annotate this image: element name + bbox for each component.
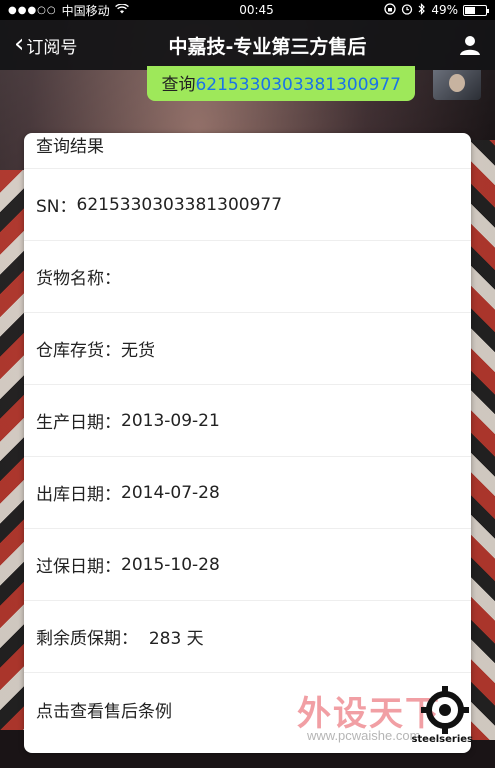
message-prefix: 查询 <box>161 75 196 95</box>
row-production-date: 生产日期： 2013-09-21 <box>24 385 471 457</box>
row-label: 剩余质保期： <box>36 629 149 649</box>
link-label: 点击查看售后条例 <box>36 701 172 722</box>
message-number-link[interactable]: 6215330303381300977 <box>195 75 401 95</box>
row-value: 2014-07-28 <box>121 482 220 503</box>
row-warranty-expiry: 过保日期： 2015-10-28 <box>24 529 471 601</box>
row-value: 283 天 <box>148 629 204 649</box>
signal-dots-icon: ●●●○○ <box>8 4 57 16</box>
watermark-url: www.pcwaishe.com <box>307 728 421 743</box>
background-blanket-left <box>0 170 26 730</box>
chevron-left-icon: ‹ <box>14 28 25 59</box>
wifi-icon <box>114 3 129 17</box>
row-value: 6215330303381300977 <box>76 194 283 215</box>
sent-message: 查询6215330303381300977 <box>0 66 495 104</box>
result-card: 查询结果 SN： 6215330303381300977 货物名称： 仓库存货：无… <box>24 133 471 753</box>
rotation-lock-icon <box>384 2 396 18</box>
avatar[interactable] <box>433 70 481 100</box>
nav-bar: ‹ 订阅号 中嘉技-专业第三方售后 <box>0 20 495 70</box>
row-value: 无货 <box>121 341 155 361</box>
row-label: 货物名称： <box>36 269 121 289</box>
status-time: 00:45 <box>239 3 274 17</box>
row-value: 2015-10-28 <box>121 554 220 575</box>
message-bubble[interactable]: 查询6215330303381300977 <box>147 66 415 101</box>
row-label: SN： <box>36 197 77 217</box>
card-title: 查询结果 <box>24 133 471 169</box>
person-icon <box>460 36 480 55</box>
user-profile-button[interactable] <box>445 34 495 56</box>
background-blanket-right <box>467 140 495 740</box>
battery-level <box>464 6 475 14</box>
status-bar: ●●●○○ 中国移动 00:45 49% <box>0 0 495 20</box>
steelseries-logo-icon <box>421 686 469 734</box>
row-product-name: 货物名称： <box>24 241 471 313</box>
row-stock: 仓库存货： 无货 <box>24 313 471 385</box>
row-label: 仓库存货： <box>36 341 121 361</box>
row-label: 生产日期： <box>36 413 121 433</box>
battery-icon <box>462 4 489 16</box>
carrier-name: 中国移动 <box>61 3 110 18</box>
watermark-brand: steelseries <box>411 734 473 745</box>
back-label: 订阅号 <box>26 37 78 58</box>
bluetooth-icon <box>418 2 426 18</box>
row-label: 出库日期： <box>36 485 121 505</box>
alarm-icon <box>401 3 413 18</box>
page-title: 中嘉技-专业第三方售后 <box>168 35 367 58</box>
watermark: 外设天下 www.pcwaishe.com steelseries <box>297 680 477 750</box>
row-warranty-remaining: 剩余质保期： 283 天 <box>24 601 471 673</box>
row-label: 过保日期： <box>36 557 121 577</box>
battery-percent: 49% <box>431 3 458 17</box>
row-sn: SN： 6215330303381300977 <box>24 169 471 241</box>
row-outbound-date: 出库日期： 2014-07-28 <box>24 457 471 529</box>
row-value: 2013-09-21 <box>121 410 220 431</box>
